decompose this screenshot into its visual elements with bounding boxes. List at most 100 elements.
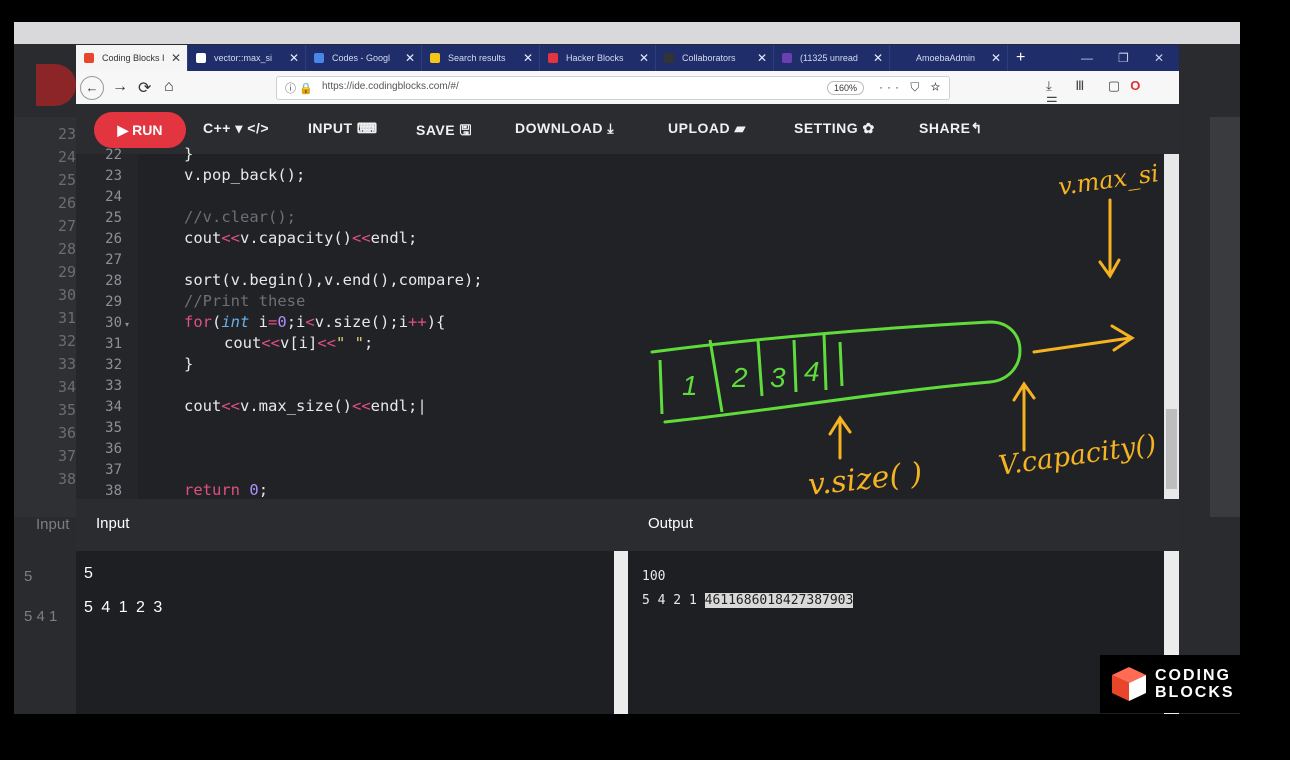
back-arrow-icon[interactable]: ← xyxy=(80,76,104,100)
code-line-23: v.pop_back(); xyxy=(184,166,306,184)
close-icon[interactable]: ✕ xyxy=(873,45,883,71)
code-line-22: } xyxy=(184,145,194,163)
selected-max-size-value: 4611686018427387903 xyxy=(704,593,854,608)
reload-icon[interactable]: ⟳ xyxy=(138,78,151,98)
line-number: 23 xyxy=(105,168,122,184)
line-number: 24 xyxy=(105,189,122,205)
language-select[interactable]: C++ ▾ </> xyxy=(203,120,269,137)
output-values: 5 4 2 1 xyxy=(642,593,705,608)
tab-vector-max-size[interactable]: vector::max_si ✕ xyxy=(188,45,306,71)
close-icon[interactable]: ✕ xyxy=(171,45,181,71)
logo-cube-icon xyxy=(1112,667,1146,701)
line-number: 36 xyxy=(105,441,122,457)
vector-element-label: 3 xyxy=(770,362,786,393)
tab-title: AmoebaAdmin xyxy=(916,53,976,63)
input-label: Input xyxy=(96,515,130,532)
tab-unread-mail[interactable]: (11325 unread ✕ xyxy=(774,45,890,71)
output-panel: 100 5 4 2 1 4611686018427387903 xyxy=(628,551,1179,714)
coding-blocks-logo: CODING BLOCKS xyxy=(1100,655,1240,713)
vector-element-label: 4 xyxy=(804,356,820,387)
close-icon[interactable]: ✕ xyxy=(757,45,767,71)
ghost-line-number: 30 xyxy=(57,286,76,304)
ghost-line-number: 38 xyxy=(57,470,76,488)
close-icon[interactable]: ✕ xyxy=(523,45,533,71)
save-button[interactable]: SAVE 🖫 xyxy=(416,120,472,144)
line-number: 31 xyxy=(105,336,122,352)
line-number: 34 xyxy=(105,399,122,415)
line-number: 26 xyxy=(105,231,122,247)
run-button[interactable]: ▶ RUN xyxy=(94,112,186,148)
tab-title: Hacker Blocks xyxy=(566,53,624,63)
line-number: 37 xyxy=(105,462,122,478)
line-number: 38 xyxy=(105,483,122,499)
opera-icon[interactable]: O xyxy=(1130,78,1150,93)
settings-button[interactable]: SETTING ✿ xyxy=(794,120,875,137)
ghost-input-line: 5 4 1 xyxy=(24,608,58,625)
code-line-29: //Print these xyxy=(184,292,306,310)
ghost-line-number: 25 xyxy=(57,171,76,189)
input-button[interactable]: INPUT ⌨ xyxy=(308,120,378,137)
code-line-26: cout<<v.capacity()<<endl; xyxy=(184,229,418,247)
share-button[interactable]: SHARE↰ xyxy=(919,120,983,137)
address-bar[interactable]: ⓘ 🔒 https://ide.codingblocks.com/#/ 160%… xyxy=(276,76,950,100)
line-number: 30 xyxy=(105,315,122,331)
line-number: 33 xyxy=(105,378,122,394)
tab-codes-google[interactable]: Codes - Googl ✕ xyxy=(306,45,422,71)
output-line: 5 4 2 1 4611686018427387903 xyxy=(642,593,854,608)
line-number-gutter: 22 23 24 25 26 27 28 29 30 31 32 33 34 3… xyxy=(76,147,138,499)
github-icon xyxy=(196,53,206,63)
window-close-icon[interactable]: ✕ xyxy=(1154,45,1164,71)
tab-collaborators[interactable]: Collaborators ✕ xyxy=(656,45,774,71)
editor-scrollbar-thumb[interactable] xyxy=(1166,409,1177,489)
code-line-32: } xyxy=(184,355,194,373)
line-number: 27 xyxy=(105,252,122,268)
code-editor[interactable]: 22 23 24 25 26 27 28 29 30 31 32 33 34 3… xyxy=(76,145,1179,499)
tab-amoeba-admin[interactable]: AmoebaAdmin ✕ xyxy=(890,45,1008,71)
line-number: 28 xyxy=(105,273,122,289)
ghost-line-number: 24 xyxy=(57,148,76,166)
ghost-line-number: 26 xyxy=(57,194,76,212)
tab-title: Codes - Googl xyxy=(332,53,391,63)
line-number: 29 xyxy=(105,294,122,310)
close-icon[interactable]: ✕ xyxy=(991,45,1001,71)
ghost-line-number: 29 xyxy=(57,263,76,281)
input-scrollbar[interactable] xyxy=(614,551,628,714)
forward-arrow-icon[interactable]: → xyxy=(112,78,128,96)
line-number: 22 xyxy=(105,147,122,163)
code-line-30: for(int i=0;i<v.size();i++){ xyxy=(184,313,446,331)
code-line-25: //v.clear(); xyxy=(184,208,296,226)
output-label: Output xyxy=(648,515,694,532)
tab-coding-blocks-ide[interactable]: Coding Blocks I ✕ xyxy=(76,45,188,71)
download-button[interactable]: DOWNLOAD ⤓ xyxy=(515,120,614,137)
close-icon[interactable]: ✕ xyxy=(289,45,299,71)
input-textarea[interactable]: 5 5 4 1 2 3 xyxy=(76,551,628,714)
ghost-input-line: 5 xyxy=(24,568,33,585)
ghost-line-number: 33 xyxy=(57,355,76,373)
restore-icon[interactable]: ❐ xyxy=(1118,45,1129,71)
ghost-scrollbar xyxy=(1210,117,1240,517)
close-icon[interactable]: ✕ xyxy=(405,45,415,71)
page-action-icons[interactable]: ··· ⛉ ☆ xyxy=(879,80,944,95)
upload-button[interactable]: UPLOAD ▰ xyxy=(668,120,746,137)
library-icons[interactable]: ⤓ Ⅲ ▢ xyxy=(1046,78,1130,93)
search-results-icon xyxy=(430,53,440,63)
ghost-titlebar xyxy=(14,22,1240,44)
minimize-icon[interactable]: — xyxy=(1081,45,1093,71)
close-icon[interactable]: ✕ xyxy=(639,45,649,71)
home-icon[interactable]: ⌂ xyxy=(164,78,174,96)
ide-toolbar: ▶ RUN C++ ▾ </> INPUT ⌨ SAVE 🖫 DOWNLOAD … xyxy=(76,104,1179,154)
tab-hacker-blocks[interactable]: Hacker Blocks ✕ xyxy=(540,45,656,71)
new-tab-icon[interactable]: + xyxy=(1016,45,1025,71)
output-line: 100 xyxy=(642,569,666,584)
tab-search-results[interactable]: Search results ✕ xyxy=(422,45,540,71)
io-header: Input Output xyxy=(76,499,1179,551)
code-line-31: cout<<v[i]<<" "; xyxy=(224,334,374,352)
tab-title: vector::max_si xyxy=(214,53,273,63)
zoom-level[interactable]: 160% xyxy=(827,81,865,95)
ghost-input-label: Input xyxy=(36,516,70,533)
fold-arrow-icon[interactable]: ▾ xyxy=(125,320,129,329)
tab-title: Collaborators xyxy=(682,53,736,63)
line-number: 32 xyxy=(105,357,122,373)
ghost-line-number: 32 xyxy=(57,332,76,350)
input-line: 5 4 1 2 3 xyxy=(84,599,165,616)
